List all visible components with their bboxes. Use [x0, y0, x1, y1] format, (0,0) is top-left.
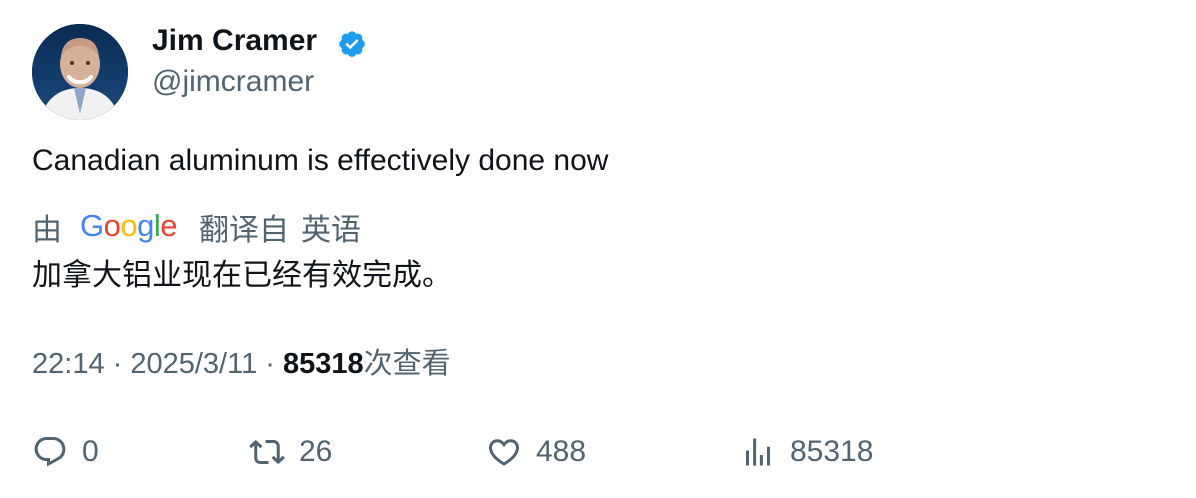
source-language: 英语 [301, 214, 362, 247]
tweet-meta: 22:14 · 2025/3/11 · 85318次查看 [32, 346, 451, 382]
translated-from-label: 翻译自 [199, 214, 290, 247]
like-button[interactable]: 488 [486, 432, 586, 472]
google-logo: Google [80, 208, 178, 243]
views-total: 85318 [790, 435, 874, 468]
tweet-date[interactable]: 2025/3/11 [130, 348, 257, 380]
retweet-count: 26 [299, 435, 333, 468]
views-button[interactable]: 85318 [740, 432, 873, 472]
analytics-icon [740, 434, 776, 470]
views-label: 次查看 [363, 348, 451, 380]
translation-attribution: 由 Google 翻译自 英语 [32, 207, 361, 247]
retweet-icon [249, 434, 285, 470]
author-display-name[interactable]: Jim Cramer [152, 22, 317, 60]
avatar-image [32, 24, 128, 120]
avatar[interactable] [32, 24, 128, 120]
reply-button[interactable]: 0 [32, 432, 99, 472]
tweet-time[interactable]: 22:14 [32, 348, 105, 380]
translated-by-label: 由 [32, 214, 62, 247]
tweet-text: Canadian aluminum is effectively done no… [32, 144, 609, 177]
like-count: 488 [536, 435, 587, 468]
meta-separator: · [104, 348, 131, 380]
meta-separator: · [257, 348, 284, 380]
heart-icon [486, 434, 522, 470]
retweet-button[interactable]: 26 [249, 432, 332, 472]
reply-icon [32, 434, 68, 470]
verified-badge-icon [339, 31, 365, 57]
translated-text: 加拿大铝业现在已经有效完成。 [32, 259, 452, 292]
reply-count: 0 [82, 435, 99, 468]
author-handle[interactable]: @jimcramer [152, 64, 314, 100]
views-count: 85318 [283, 348, 364, 380]
